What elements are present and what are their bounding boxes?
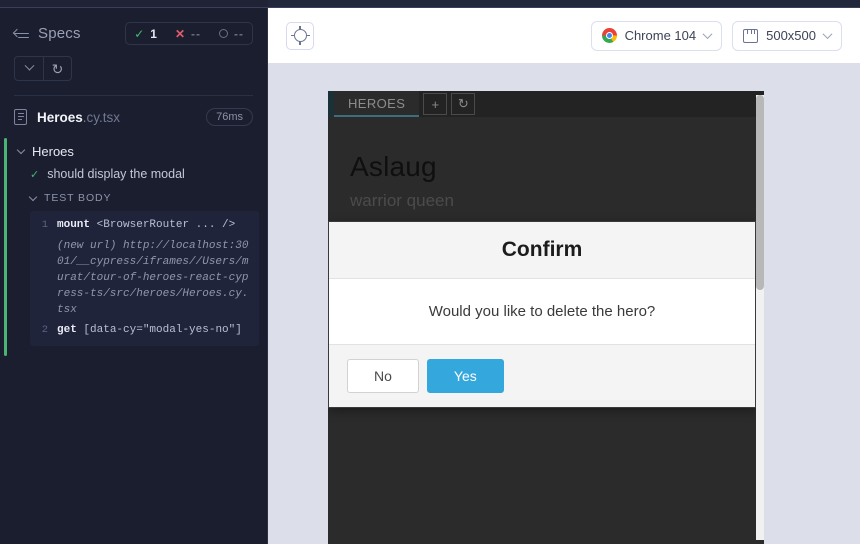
command-log-entry[interactable]: 1 mount <BrowserRouter ... /> [34, 216, 253, 235]
command-detail-url: (new url) http://localhost:3001/__cypres… [57, 240, 249, 316]
spec-file-extension: .cy.tsx [82, 109, 121, 125]
reporter-controls: ↻ [14, 56, 253, 81]
chevron-down-icon [702, 29, 713, 40]
command-number: 2 [41, 323, 48, 336]
reload-icon: ↻ [51, 60, 64, 77]
specs-label: Specs [38, 25, 81, 42]
spec-duration-badge: 76ms [206, 108, 253, 126]
modal-title: Confirm [501, 238, 583, 261]
command-text: get [data-cy="modal-yes-no"] [57, 323, 253, 338]
modal-message: Would you like to delete the hero? [428, 303, 656, 320]
reporter-controls-group: ↻ [14, 56, 72, 81]
viewport-label: 500x500 [766, 28, 816, 43]
spec-file-left: Heroes.cy.tsx [14, 109, 120, 125]
selector-playground-button[interactable] [286, 21, 314, 50]
chevron-down-icon [16, 145, 26, 155]
chevron-down-icon [28, 192, 38, 201]
modal-body: Would you like to delete the hero? [329, 279, 755, 344]
rerun-tests-button[interactable]: ↻ [43, 57, 71, 80]
command-log-entry[interactable]: 2 get [data-cy="modal-yes-no"] [34, 321, 253, 340]
command-keyword: get [57, 323, 77, 336]
browser-label: Chrome 104 [624, 28, 697, 43]
command-keyword: mount [57, 219, 91, 231]
stat-failed: ✕ -- [175, 26, 201, 41]
reporter-header-row: Specs ✓ 1 ✕ -- -- [12, 22, 253, 45]
spec-file-name: Heroes.cy.tsx [37, 110, 120, 125]
selector-playground-icon [290, 26, 310, 45]
stat-failed-count: -- [191, 26, 201, 41]
runner-stage: HEROES + ↻ Aslaug warrior queen Delete [268, 63, 860, 544]
reporter-panel: Specs ✓ 1 ✕ -- -- ↻ Heroes.cy.tsx 76ms H… [0, 8, 268, 544]
test-title: should display the modal [47, 167, 185, 181]
app-preview-frame: HEROES + ↻ Aslaug warrior queen Delete [328, 91, 764, 544]
command-text: mount <BrowserRouter ... /> [57, 218, 253, 233]
suite-pass-indicator [4, 138, 7, 357]
test-tree: Heroes ✓ should display the modal TEST B… [0, 138, 267, 356]
chevron-down-icon [822, 29, 833, 40]
window-top-strip-left [0, 0, 268, 7]
command-argument: [data-cy="modal-yes-no"] [83, 323, 242, 336]
suite-title: Heroes [32, 144, 74, 159]
browser-selector[interactable]: Chrome 104 [590, 20, 723, 51]
circle-icon [219, 29, 228, 38]
reporter-header: Specs ✓ 1 ✕ -- -- ↻ [0, 8, 267, 81]
test-stats: ✓ 1 ✕ -- -- [125, 22, 253, 45]
collapse-all-button[interactable] [15, 57, 43, 80]
main-body: Specs ✓ 1 ✕ -- -- ↻ Heroes.cy.tsx 76ms H… [0, 8, 860, 544]
stat-passed-count: 1 [150, 26, 157, 41]
test-body-header[interactable]: TEST BODY [0, 187, 267, 209]
modal-header: Confirm [329, 222, 755, 279]
document-icon [14, 109, 27, 125]
runner-panel: Chrome 104 500x500 HEROES + ↻ Aslaug war… [268, 8, 860, 544]
modal-no-button[interactable]: No [347, 359, 419, 393]
cypress-test-runner: Specs ✓ 1 ✕ -- -- ↻ Heroes.cy.tsx 76ms H… [0, 0, 860, 544]
runner-toolbar: Chrome 104 500x500 [268, 8, 860, 63]
stat-passed: ✓ 1 [134, 26, 157, 41]
ruler-icon [743, 28, 759, 43]
modal-yes-button[interactable]: Yes [426, 359, 504, 393]
check-icon: ✓ [30, 168, 40, 181]
test-tree-wrapper: Heroes ✓ should display the modal TEST B… [0, 138, 267, 357]
suite-row-heroes[interactable]: Heroes [0, 142, 267, 161]
window-top-strip [0, 0, 860, 8]
stat-pending: -- [219, 26, 244, 41]
confirm-modal: Confirm Would you like to delete the her… [328, 221, 756, 408]
app-scrollbar-thumb[interactable] [756, 95, 764, 290]
viewport-selector[interactable]: 500x500 [732, 20, 842, 51]
collapse-panel-icon[interactable] [12, 28, 29, 40]
app-scrollbar[interactable] [756, 95, 764, 540]
command-argument: <BrowserRouter ... /> [96, 219, 236, 231]
command-log: 1 mount <BrowserRouter ... /> (new url) … [30, 211, 259, 347]
modal-footer: No Yes [329, 344, 755, 407]
stat-pending-count: -- [234, 26, 244, 41]
command-number: 1 [41, 219, 48, 231]
x-icon: ✕ [174, 26, 185, 41]
chrome-icon [601, 28, 617, 43]
test-row-should-display-the-modal[interactable]: ✓ should display the modal [0, 161, 267, 187]
specs-title[interactable]: Specs [12, 25, 81, 42]
spec-file-basename: Heroes [37, 109, 83, 125]
test-body-label: TEST BODY [44, 192, 112, 204]
spec-file-row[interactable]: Heroes.cy.tsx 76ms [0, 96, 267, 138]
chevron-down-icon [24, 60, 34, 71]
modal-backdrop: Confirm Would you like to delete the her… [328, 91, 764, 544]
check-icon: ✓ [134, 26, 145, 41]
